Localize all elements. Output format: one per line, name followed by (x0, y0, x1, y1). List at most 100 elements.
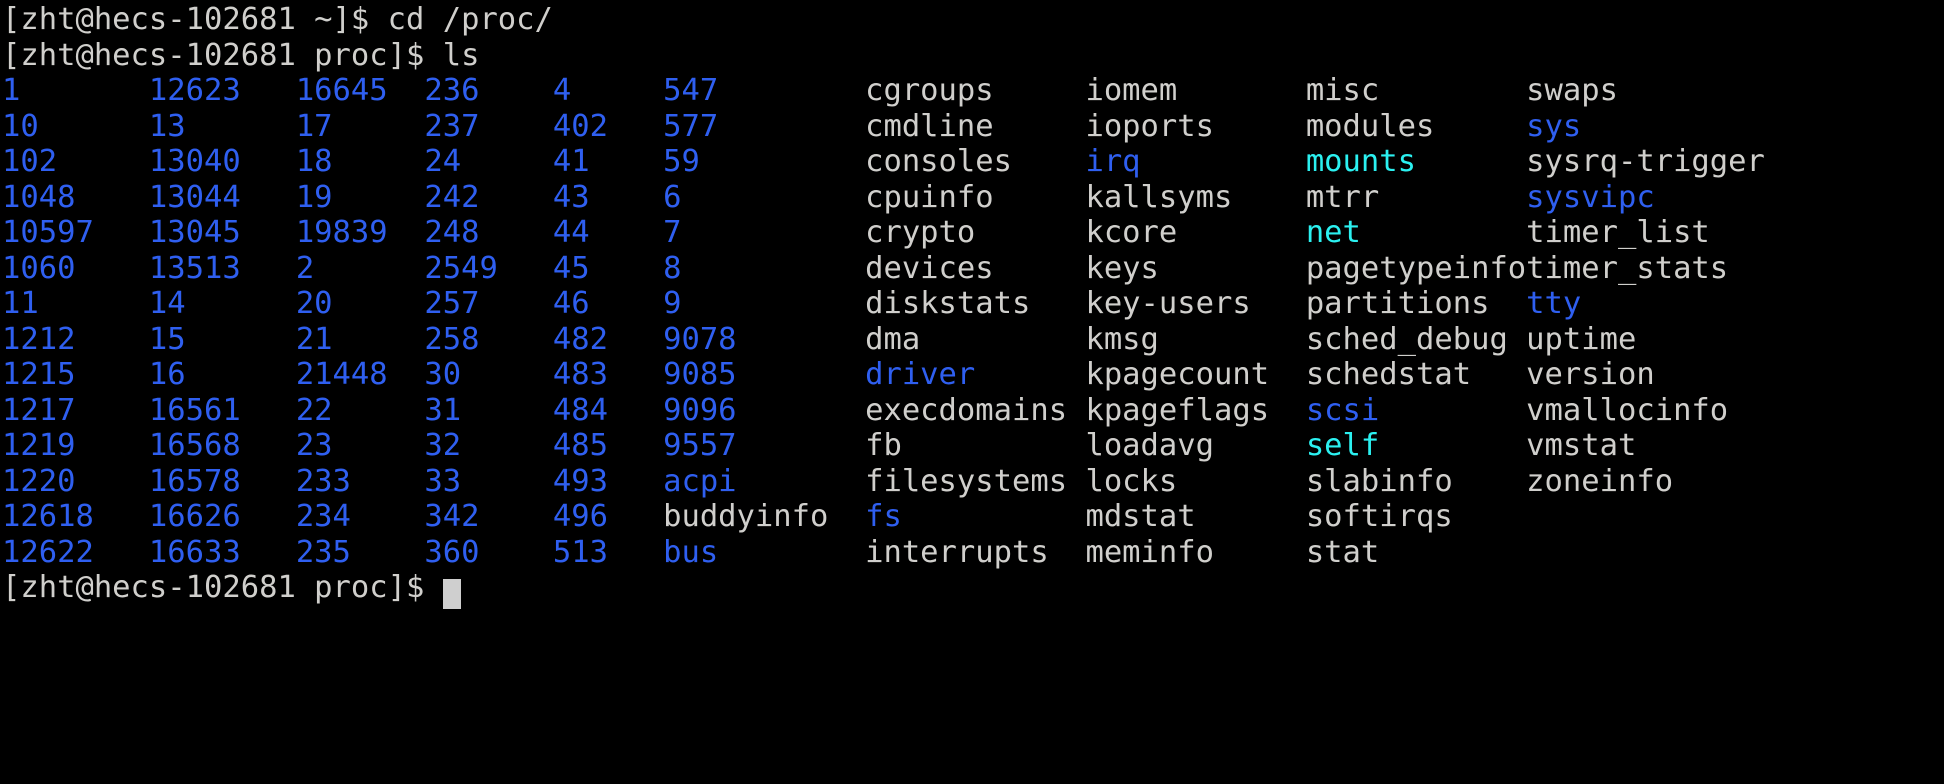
listing-entry[interactable]: slabinfo (1306, 464, 1526, 500)
listing-entry[interactable]: sched_debug (1306, 322, 1526, 358)
listing-entry[interactable]: swaps (1526, 73, 1618, 109)
listing-entry[interactable]: 13044 (149, 180, 296, 216)
listing-entry[interactable]: 8 (663, 251, 865, 287)
listing-entry[interactable]: mounts (1306, 144, 1526, 180)
listing-entry[interactable]: 32 (424, 428, 553, 464)
listing-entry[interactable]: iomem (1085, 73, 1305, 109)
listing-entry[interactable]: 19 (296, 180, 425, 216)
listing-entry[interactable]: 2 (296, 251, 425, 287)
listing-entry[interactable]: 16568 (149, 428, 296, 464)
listing-entry[interactable]: 13045 (149, 215, 296, 251)
listing-entry[interactable]: diskstats (865, 286, 1085, 322)
listing-entry[interactable]: ioports (1085, 109, 1305, 145)
listing-entry[interactable]: 17 (296, 109, 425, 145)
listing-entry[interactable]: vmallocinfo (1526, 393, 1728, 429)
listing-entry[interactable]: kmsg (1085, 322, 1305, 358)
listing-entry[interactable]: 482 (553, 322, 663, 358)
listing-entry[interactable]: 1048 (2, 180, 149, 216)
listing-entry[interactable]: irq (1085, 144, 1305, 180)
terminal-screen[interactable]: [zht@hecs-102681 ~]$ cd /proc/[zht@hecs-… (0, 0, 1765, 609)
listing-entry[interactable]: 235 (296, 535, 425, 571)
listing-entry[interactable]: sys (1526, 109, 1581, 145)
listing-entry[interactable]: 10 (2, 109, 149, 145)
listing-entry[interactable]: 248 (424, 215, 553, 251)
listing-entry[interactable]: softirqs (1306, 499, 1526, 535)
listing-entry[interactable]: 16578 (149, 464, 296, 500)
listing-entry[interactable]: keys (1085, 251, 1305, 287)
listing-entry[interactable]: 236 (424, 73, 553, 109)
listing-entry[interactable]: 1220 (2, 464, 149, 500)
listing-entry[interactable]: timer_stats (1526, 251, 1728, 287)
listing-entry[interactable]: 19839 (296, 215, 425, 251)
listing-entry[interactable]: 342 (424, 499, 553, 535)
listing-entry[interactable]: 1217 (2, 393, 149, 429)
listing-entry[interactable]: execdomains (865, 393, 1085, 429)
listing-entry[interactable]: mtrr (1306, 180, 1526, 216)
listing-entry[interactable]: 30 (424, 357, 553, 393)
listing-entry[interactable]: vmstat (1526, 428, 1636, 464)
listing-entry[interactable]: kallsyms (1085, 180, 1305, 216)
listing-entry[interactable]: 24 (424, 144, 553, 180)
listing-entry[interactable]: 16 (149, 357, 296, 393)
listing-entry[interactable]: 14 (149, 286, 296, 322)
listing-entry[interactable]: 7 (663, 215, 865, 251)
listing-entry[interactable]: tty (1526, 286, 1581, 322)
listing-entry[interactable]: 237 (424, 109, 553, 145)
listing-entry[interactable]: stat (1306, 535, 1526, 571)
listing-entry[interactable]: 496 (553, 499, 663, 535)
listing-entry[interactable]: 9 (663, 286, 865, 322)
listing-entry[interactable]: partitions (1306, 286, 1526, 322)
listing-entry[interactable]: 547 (663, 73, 865, 109)
listing-entry[interactable]: 16633 (149, 535, 296, 571)
listing-entry[interactable]: 31 (424, 393, 553, 429)
listing-entry[interactable]: 258 (424, 322, 553, 358)
listing-entry[interactable]: 485 (553, 428, 663, 464)
terminal-window[interactable]: [zht@hecs-102681 ~]$ cd /proc/[zht@hecs-… (0, 0, 1944, 784)
listing-entry[interactable]: 13513 (149, 251, 296, 287)
listing-entry[interactable]: 18 (296, 144, 425, 180)
listing-entry[interactable]: 13 (149, 109, 296, 145)
listing-entry[interactable]: locks (1085, 464, 1305, 500)
listing-entry[interactable]: 16645 (296, 73, 425, 109)
listing-entry[interactable]: 1219 (2, 428, 149, 464)
listing-entry[interactable]: loadavg (1085, 428, 1305, 464)
listing-entry[interactable]: 9096 (663, 393, 865, 429)
listing-entry[interactable]: schedstat (1306, 357, 1526, 393)
listing-entry[interactable]: 242 (424, 180, 553, 216)
listing-entry[interactable]: sysvipc (1526, 180, 1655, 216)
listing-entry[interactable]: cpuinfo (865, 180, 1085, 216)
listing-entry[interactable]: mdstat (1085, 499, 1305, 535)
listing-entry[interactable]: 233 (296, 464, 425, 500)
listing-entry[interactable]: 234 (296, 499, 425, 535)
listing-entry[interactable]: cgroups (865, 73, 1085, 109)
listing-entry[interactable]: 2549 (424, 251, 553, 287)
listing-entry[interactable]: filesystems (865, 464, 1085, 500)
listing-entry[interactable]: kcore (1085, 215, 1305, 251)
listing-entry[interactable]: 16626 (149, 499, 296, 535)
listing-entry[interactable]: net (1306, 215, 1526, 251)
listing-entry[interactable]: pagetypeinfo (1306, 251, 1526, 287)
listing-entry[interactable]: devices (865, 251, 1085, 287)
listing-entry[interactable]: 9085 (663, 357, 865, 393)
listing-entry[interactable]: zoneinfo (1526, 464, 1673, 500)
listing-entry[interactable]: 22 (296, 393, 425, 429)
listing-entry[interactable]: 15 (149, 322, 296, 358)
listing-entry[interactable]: 21448 (296, 357, 425, 393)
listing-entry[interactable]: 46 (553, 286, 663, 322)
listing-entry[interactable]: consoles (865, 144, 1085, 180)
listing-entry[interactable]: 43 (553, 180, 663, 216)
listing-entry[interactable]: 1060 (2, 251, 149, 287)
listing-entry[interactable]: 402 (553, 109, 663, 145)
listing-entry[interactable]: 59 (663, 144, 865, 180)
listing-entry[interactable]: key-users (1085, 286, 1305, 322)
listing-entry[interactable]: meminfo (1085, 535, 1305, 571)
listing-entry[interactable]: 1212 (2, 322, 149, 358)
listing-entry[interactable]: dma (865, 322, 1085, 358)
listing-entry[interactable]: crypto (865, 215, 1085, 251)
listing-entry[interactable]: interrupts (865, 535, 1085, 571)
listing-entry[interactable]: 577 (663, 109, 865, 145)
listing-entry[interactable]: 21 (296, 322, 425, 358)
listing-entry[interactable]: 9557 (663, 428, 865, 464)
listing-entry[interactable]: bus (663, 535, 865, 571)
listing-entry[interactable]: 12622 (2, 535, 149, 571)
